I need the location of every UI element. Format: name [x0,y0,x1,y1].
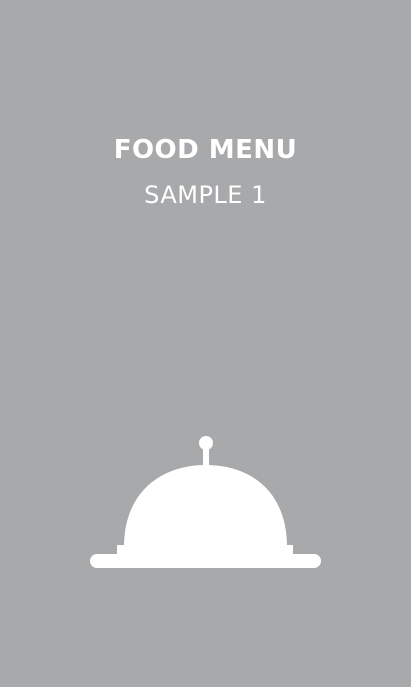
cloche-icon [90,436,321,568]
menu-subtitle: SAMPLE 1 [144,181,267,209]
menu-card: FOOD MENU SAMPLE 1 [0,0,411,687]
menu-title: FOOD MENU [113,135,298,165]
